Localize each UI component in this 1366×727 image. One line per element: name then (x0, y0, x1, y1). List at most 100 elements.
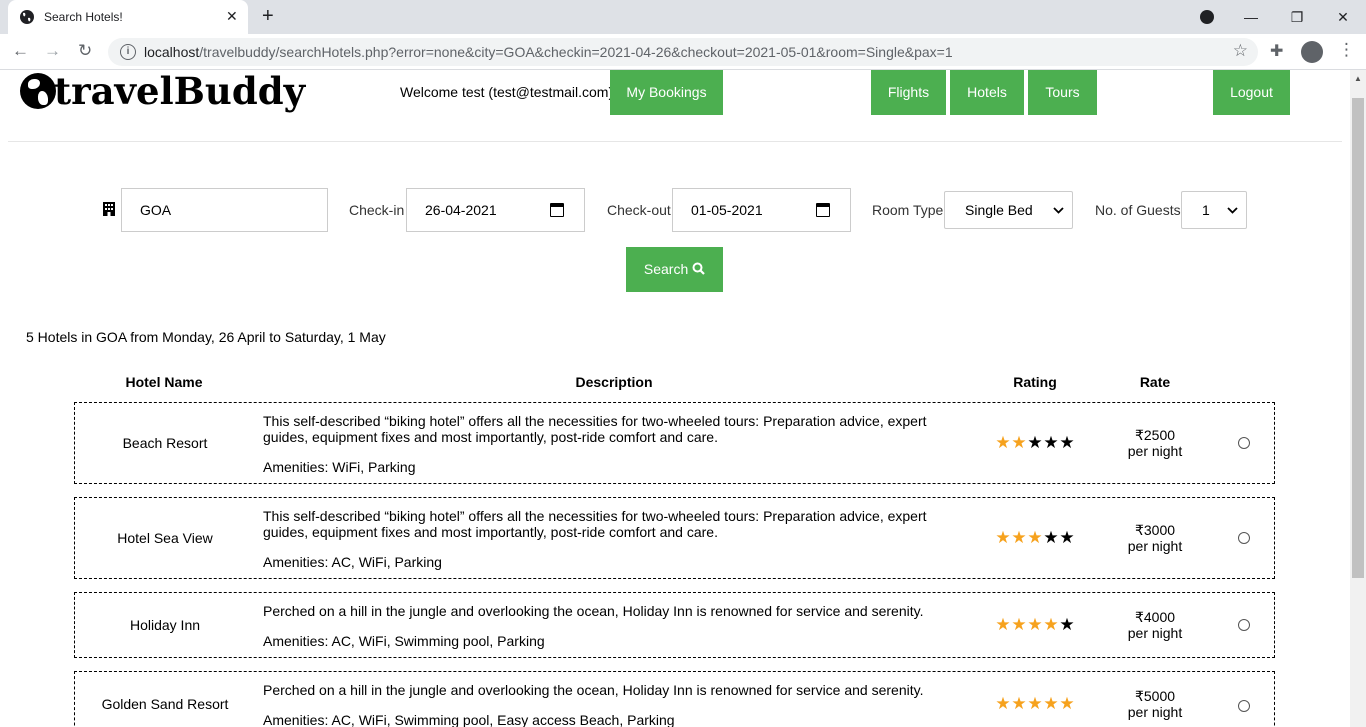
hotel-row[interactable]: Holiday Inn Perched on a hill in the jung… (74, 592, 1275, 658)
calendar-icon[interactable] (550, 203, 564, 217)
hotel-building-icon (103, 202, 115, 216)
hotel-rate: ₹3000 per night (1105, 522, 1205, 554)
hotel-description: This self-described “biking hotel” offer… (263, 413, 927, 445)
column-hotel-name: Hotel Name (125, 374, 203, 390)
extensions-icon[interactable]: ✚ (1270, 41, 1283, 61)
star-rating: ★ ★ ★ ★ ★ (995, 528, 1077, 547)
new-tab-icon[interactable]: + (262, 5, 274, 28)
reload-icon[interactable]: ↻ (78, 41, 92, 61)
search-button-label: Search (643, 261, 689, 277)
hotel-name: Golden Sand Resort (101, 696, 229, 712)
globe-logo-icon (20, 73, 56, 109)
tours-button[interactable]: Tours (1028, 70, 1097, 115)
search-button[interactable]: Search (626, 247, 723, 292)
checkout-label: Check-out (607, 202, 671, 218)
checkin-date-input[interactable]: 26-04-2021 (406, 188, 585, 232)
search-icon (692, 262, 705, 275)
hotel-description: Perched on a hill in the jungle and over… (263, 603, 924, 619)
hotel-select-radio[interactable] (1238, 619, 1250, 631)
guests-label: No. of Guests (1095, 202, 1181, 218)
profile-avatar-icon[interactable] (1301, 41, 1323, 63)
star-icon: ★ (1027, 694, 1043, 713)
room-type-label: Room Type (872, 202, 944, 218)
site-logo[interactable]: travelBuddy (20, 70, 305, 113)
per-night-label: per night (1127, 538, 1183, 554)
star-icon: ★ (1011, 433, 1027, 452)
tab-close-icon[interactable]: ✕ (226, 8, 238, 25)
per-night-label: per night (1127, 625, 1183, 641)
hotel-amenities: Amenities: AC, WiFi, Swimming pool, Park… (263, 633, 545, 649)
my-bookings-button[interactable]: My Bookings (610, 70, 723, 115)
flights-button[interactable]: Flights (871, 70, 946, 115)
hotel-rate: ₹4000 per night (1105, 609, 1205, 641)
forward-icon[interactable]: → (44, 41, 61, 61)
hotel-price: ₹4000 (1134, 609, 1176, 625)
star-icon: ★ (1059, 615, 1075, 634)
room-type-select[interactable]: Single Bed (944, 191, 1073, 229)
calendar-icon[interactable] (816, 203, 830, 217)
hotel-row[interactable]: Hotel Sea View This self-described “bikin… (74, 497, 1275, 579)
globe-icon (20, 10, 34, 24)
checkout-date-input[interactable]: 01-05-2021 (672, 188, 851, 232)
chevron-down-icon (1227, 192, 1238, 230)
hotel-price: ₹3000 (1134, 522, 1176, 538)
hotel-rate: ₹5000 per night (1105, 688, 1205, 720)
hotel-select-radio[interactable] (1238, 700, 1250, 712)
hotel-name: Holiday Inn (129, 617, 201, 633)
hotel-select-radio[interactable] (1238, 532, 1250, 544)
star-icon: ★ (1043, 694, 1059, 713)
page-scrollbar[interactable]: ▲ (1350, 70, 1366, 727)
hotel-description: This self-described “biking hotel” offer… (263, 508, 927, 540)
site-info-icon[interactable]: i (120, 44, 136, 60)
maximize-icon[interactable]: ❐ (1274, 9, 1320, 26)
browser-menu-icon[interactable]: ⋮ (1338, 40, 1355, 60)
search-form: GOA Check-in 26-04-2021 Check-out 01-05-… (0, 188, 1350, 233)
logout-button[interactable]: Logout (1213, 70, 1290, 115)
tab-title: Search Hotels! (44, 10, 123, 24)
hotel-rate: ₹2500 per night (1105, 427, 1205, 459)
hotels-button[interactable]: Hotels (950, 70, 1024, 115)
minimize-icon[interactable]: — (1228, 9, 1274, 25)
star-icon: ★ (1043, 433, 1059, 452)
star-rating: ★ ★ ★ ★ ★ (995, 433, 1077, 452)
hotel-name: Hotel Sea View (117, 530, 213, 546)
star-icon: ★ (1059, 528, 1075, 547)
star-icon: ★ (1011, 694, 1027, 713)
url-text[interactable]: localhost/travelbuddy/searchHotels.php?e… (144, 44, 953, 60)
star-icon: ★ (1027, 433, 1043, 452)
star-icon: ★ (1011, 615, 1027, 634)
hotel-amenities: Amenities: AC, WiFi, Parking (263, 554, 442, 570)
guests-select[interactable]: 1 (1181, 191, 1247, 229)
room-type-value: Single Bed (965, 202, 1033, 218)
chevron-down-icon (1053, 192, 1064, 230)
city-input[interactable]: GOA (121, 188, 328, 232)
back-icon[interactable]: ← (12, 41, 29, 61)
per-night-label: per night (1127, 443, 1183, 459)
star-icon: ★ (1059, 433, 1075, 452)
results-summary: 5 Hotels in GOA from Monday, 26 April to… (26, 329, 386, 345)
star-rating: ★ ★ ★ ★ ★ (995, 694, 1077, 713)
hotel-row[interactable]: Beach Resort This self-described “biking … (74, 402, 1275, 484)
hotel-price: ₹5000 (1134, 688, 1176, 704)
browser-tab[interactable]: Search Hotels! ✕ (8, 0, 248, 34)
star-icon: ★ (1027, 528, 1043, 547)
star-icon: ★ (1043, 615, 1059, 634)
star-icon: ★ (1043, 528, 1059, 547)
hotel-name: Beach Resort (122, 435, 208, 451)
window-controls: — ❐ ✕ (1228, 0, 1366, 34)
welcome-text: Welcome test (test@testmail.com) (400, 84, 614, 100)
hotel-select-radio[interactable] (1238, 437, 1250, 449)
star-icon: ★ (995, 528, 1011, 547)
scrollbar-thumb[interactable] (1352, 98, 1364, 578)
close-window-icon[interactable]: ✕ (1320, 9, 1366, 26)
column-rating: Rating (1013, 374, 1057, 390)
star-icon: ★ (995, 433, 1011, 452)
scroll-up-icon[interactable]: ▲ (1354, 74, 1362, 83)
column-rate: Rate (1139, 374, 1171, 390)
address-bar[interactable]: i localhost/travelbuddy/searchHotels.php… (108, 38, 1258, 66)
bookmark-star-icon[interactable]: ☆ (1233, 41, 1248, 61)
tab-search-icon[interactable] (1200, 10, 1214, 24)
hotel-row[interactable]: Golden Sand Resort Perched on a hill in t… (74, 671, 1275, 727)
header-divider (8, 141, 1342, 142)
guests-value: 1 (1202, 202, 1210, 218)
